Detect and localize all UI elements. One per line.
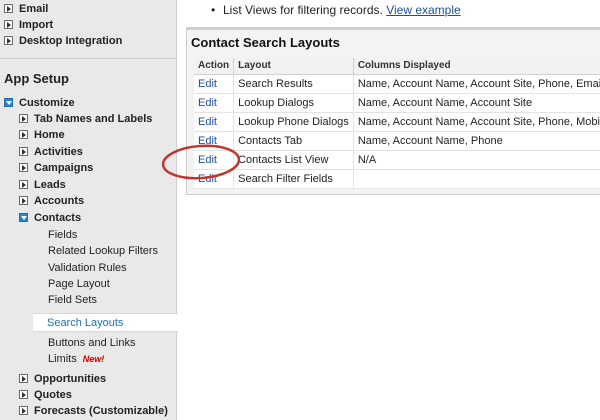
edit-link[interactable]: Edit	[194, 131, 235, 151]
table-row: Edit Contacts List View N/A	[194, 150, 600, 170]
sidebar-subitem-buttons-and-links[interactable]: Buttons and Links	[48, 335, 135, 351]
layout-name: Lookup Phone Dialogs	[233, 112, 354, 132]
sidebar-item-opportunities[interactable]: Opportunities	[19, 370, 196, 387]
table-row: Edit Lookup Dialogs Name, Account Name, …	[194, 93, 600, 113]
sidebar-item-label: Accounts	[34, 194, 85, 207]
sidebar-subitem-page-layout[interactable]: Page Layout	[48, 276, 110, 292]
sidebar-subitem-label: Search Layouts	[47, 316, 124, 329]
sidebar-subitem-label: Buttons and Links	[48, 337, 136, 349]
search-layouts-table: Action Layout Columns Displayed Edit Sea…	[194, 58, 600, 189]
edit-link[interactable]: Edit	[194, 112, 235, 132]
bullet-text: List Views for filtering records.	[223, 3, 383, 17]
sidebar-item-import[interactable]: Import	[4, 16, 181, 33]
layout-name: Search Filter Fields	[233, 169, 354, 189]
sidebar-item-label: Tab Names and Labels	[34, 112, 153, 125]
edit-link[interactable]: Edit	[194, 74, 235, 94]
column-header-layout: Layout	[233, 58, 354, 75]
table-row: Edit Lookup Phone Dialogs Name, Account …	[194, 112, 600, 132]
sidebar-item-label: Campaigns	[34, 161, 94, 174]
columns-displayed: Name, Account Name, Account Site, Phone,…	[353, 74, 600, 94]
expand-icon[interactable]	[4, 20, 13, 29]
sidebar-subitem-label: Page Layout	[48, 278, 110, 290]
column-header-action: Action	[194, 58, 235, 75]
sidebar-item-campaigns[interactable]: Campaigns	[19, 159, 196, 176]
table-row: Edit Search Results Name, Account Name, …	[194, 74, 600, 94]
layout-name: Contacts List View	[233, 150, 354, 170]
columns-displayed: Name, Account Name, Account Site	[353, 93, 600, 113]
view-example-link[interactable]: View example	[386, 3, 460, 17]
sidebar-item-label: Activities	[34, 145, 83, 158]
sidebar-item-forecasts[interactable]: Forecasts (Customizable)	[19, 402, 196, 419]
new-badge: New!	[82, 354, 105, 364]
expand-icon[interactable]	[4, 4, 13, 13]
column-header-columns: Columns Displayed	[353, 58, 600, 75]
sidebar-subitem-fields[interactable]: Fields	[48, 227, 77, 243]
edit-link[interactable]: Edit	[194, 93, 235, 113]
sidebar-item-label: Customize	[19, 96, 75, 109]
expand-icon[interactable]	[19, 147, 28, 156]
sidebar-item-accounts[interactable]: Accounts	[19, 192, 196, 209]
sidebar-item-quotes[interactable]: Quotes	[19, 386, 196, 403]
sidebar-item-desktop-integration[interactable]: Desktop Integration	[4, 32, 181, 49]
sidebar-item-tab-names[interactable]: Tab Names and Labels	[19, 110, 196, 127]
table-header-row: Action Layout Columns Displayed	[194, 58, 600, 75]
sidebar-subitem-validation-rules[interactable]: Validation Rules	[48, 260, 127, 276]
collapse-icon[interactable]	[4, 98, 13, 107]
sidebar-item-email[interactable]: Email	[4, 0, 181, 17]
sidebar-subitem-search-layouts-selected[interactable]: Search Layouts	[33, 313, 178, 332]
layout-name: Contacts Tab	[233, 131, 354, 151]
sidebar-item-leads[interactable]: Leads	[19, 176, 196, 193]
sidebar-item-label: Email	[19, 2, 49, 15]
sidebar-item-label: Desktop Integration	[19, 34, 123, 47]
expand-icon[interactable]	[19, 374, 28, 383]
sidebar-item-label: Forecasts (Customizable)	[34, 404, 168, 417]
columns-displayed: N/A	[353, 150, 600, 170]
sidebar-subitem-related-lookup-filters[interactable]: Related Lookup Filters	[48, 243, 158, 259]
panel-title: Contact Search Layouts	[191, 35, 340, 50]
expand-icon[interactable]	[19, 114, 28, 123]
sidebar-item-label: Contacts	[34, 211, 82, 224]
layout-name: Search Results	[233, 74, 354, 94]
sidebar-item-label: Home	[34, 128, 65, 141]
sidebar-subitem-label: Validation Rules	[48, 262, 127, 274]
sidebar-subitem-field-sets[interactable]: Field Sets	[48, 292, 97, 308]
edit-link-contacts-list-view[interactable]: Edit	[194, 150, 235, 170]
collapse-icon[interactable]	[19, 213, 28, 222]
expand-icon[interactable]	[19, 406, 28, 415]
sidebar-divider	[0, 58, 177, 59]
sidebar-subitem-label: Limits	[48, 353, 77, 365]
sidebar-item-contacts[interactable]: Contacts	[19, 209, 196, 226]
sidebar-section-title: App Setup	[4, 71, 69, 86]
sidebar-item-label: Quotes	[34, 388, 72, 401]
table-row: Edit Search Filter Fields	[194, 169, 600, 189]
columns-displayed	[353, 169, 600, 189]
search-layouts-panel: Contact Search Layouts Action Layout Col…	[186, 27, 600, 195]
sidebar: Email Import Desktop Integration App Set…	[0, 0, 178, 420]
sidebar-item-activities[interactable]: Activities	[19, 143, 196, 160]
sidebar-item-label: Opportunities	[34, 372, 107, 385]
expand-icon[interactable]	[19, 196, 28, 205]
expand-icon[interactable]	[4, 36, 13, 45]
expand-icon[interactable]	[19, 390, 28, 399]
expand-icon[interactable]	[19, 163, 28, 172]
columns-displayed: Name, Account Name, Phone	[353, 131, 600, 151]
sidebar-subitem-label: Field Sets	[48, 294, 97, 306]
sidebar-subitem-label: Fields	[48, 229, 78, 241]
edit-link[interactable]: Edit	[194, 169, 235, 189]
sidebar-subitem-limits[interactable]: Limits New!	[48, 351, 104, 367]
sidebar-item-label: Import	[19, 18, 54, 31]
sidebar-item-label: Leads	[34, 178, 66, 191]
bullet-item: List Views for filtering records. View e…	[211, 3, 461, 17]
sidebar-subitem-label: Related Lookup Filters	[48, 245, 159, 257]
layout-name: Lookup Dialogs	[233, 93, 354, 113]
table-row: Edit Contacts Tab Name, Account Name, Ph…	[194, 131, 600, 151]
sidebar-item-home[interactable]: Home	[19, 126, 196, 143]
sidebar-item-customize[interactable]: Customize	[4, 94, 181, 111]
expand-icon[interactable]	[19, 180, 28, 189]
columns-displayed: Name, Account Name, Account Site, Phone,…	[353, 112, 600, 132]
main-content: List Views for filtering records. View e…	[178, 0, 600, 420]
expand-icon[interactable]	[19, 130, 28, 139]
